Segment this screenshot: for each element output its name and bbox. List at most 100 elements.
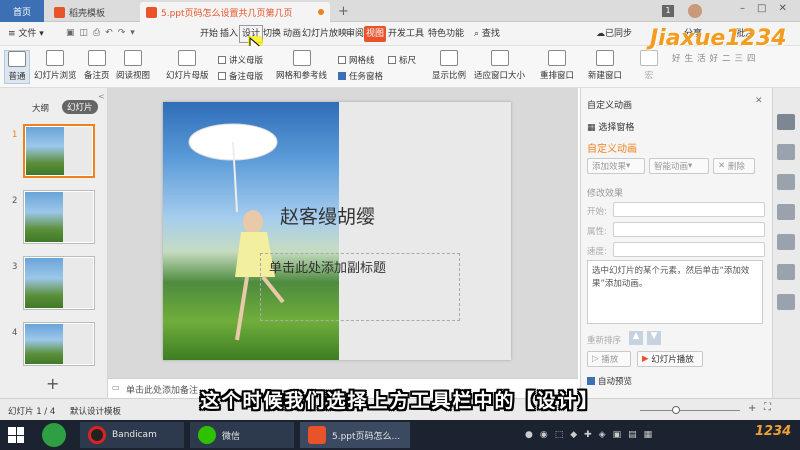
site-logo: Jiaxue1234 — [650, 26, 787, 51]
slide-number: 1 — [12, 130, 18, 140]
ruler-checkbox[interactable]: 标尺 — [388, 54, 416, 66]
slides-tab[interactable]: 幻灯片 — [62, 100, 98, 114]
macro-button[interactable]: 宏 — [640, 50, 658, 81]
quick-access-icons[interactable]: ▣◫⎙↶↷▾ — [66, 28, 140, 38]
play-button[interactable]: ▷ 播放 — [587, 351, 631, 367]
new-window-button[interactable]: 新建窗口 — [588, 50, 622, 81]
menu-item-slideshow[interactable]: 幻灯片放映 — [300, 26, 349, 42]
zoom-button[interactable]: 显示比例 — [432, 50, 466, 81]
notes-master-button[interactable]: 备注母版 — [218, 70, 263, 82]
grid-guides-button[interactable]: 网格和参考线 — [276, 50, 327, 81]
file-menu[interactable]: ≡ 文件 ▾ — [6, 26, 58, 42]
reading-view-button[interactable]: 阅读视图 — [116, 50, 150, 81]
smart-animation-button[interactable]: 智能动画 ▾ — [649, 158, 709, 174]
animation-hint: 选中幻灯片的某个元素，然后单击“添加效果”添加动画。 — [592, 266, 750, 289]
property-select[interactable] — [613, 222, 765, 237]
start-select[interactable] — [613, 202, 765, 217]
taskpane-checkbox[interactable]: 任务窗格 — [338, 70, 383, 82]
window-controls[interactable]: –□✕ — [740, 3, 799, 14]
speed-select[interactable] — [613, 242, 765, 257]
slideshow-button[interactable]: ▶ 幻灯片播放 — [637, 351, 703, 367]
taskbar-app-wechat[interactable]: 微信 — [190, 422, 294, 448]
delete-icon: ✕ — [718, 161, 726, 171]
site-motto: 好生活好二三四 — [672, 54, 760, 64]
unsaved-dot-icon — [318, 9, 324, 15]
file-menu-label: 文件 — [18, 29, 37, 39]
pane-header[interactable]: 自定义动画 — [587, 98, 632, 111]
notes-page-button[interactable]: 备注页 — [84, 50, 110, 81]
subtitle-placeholder-box[interactable]: 单击此处添加副标题 — [260, 253, 460, 321]
browser-icon[interactable] — [42, 423, 66, 447]
ppt-label: 5.ppt页码怎么... — [332, 431, 401, 442]
zoom-label: 显示比例 — [432, 71, 467, 81]
sidebar-tool-icon[interactable] — [777, 264, 795, 280]
thumbnail-photo — [25, 324, 63, 364]
tab-document[interactable]: 5.ppt页码怎么设置共几页第几页 — [140, 2, 330, 22]
custom-animation-heading: 自定义动画 — [587, 144, 637, 155]
tab-home[interactable]: 首页 — [0, 0, 44, 22]
reading-view-label: 阅读视图 — [116, 71, 151, 81]
sidebar-tool-icon[interactable] — [777, 204, 795, 220]
notes-page-icon — [87, 50, 106, 66]
handout-master-icon — [218, 56, 226, 64]
custom-animation-pane: 自定义动画 ✕ ▦ 选择窗格 自定义动画 添加效果 ▾ 智能动画 ▾ ✕ 删除 … — [580, 88, 772, 398]
new-tab-icon[interactable]: + — [338, 4, 349, 19]
system-tray-icons[interactable]: ●◉⬚◆✚◈▣▤▦ — [525, 430, 659, 440]
menu-item-insert[interactable]: 插入 — [218, 26, 240, 42]
search-button[interactable]: ⌕ 查找 — [472, 26, 502, 42]
ruler-label: 标尺 — [399, 56, 417, 66]
property-label: 属性: — [587, 227, 607, 237]
window-count-badge[interactable]: 1 — [662, 5, 674, 17]
arrange-window-button[interactable]: 重排窗口 — [540, 50, 574, 81]
menu-item-features[interactable]: 特色功能 — [426, 26, 466, 42]
fit-window-button[interactable]: 适应窗口大小 — [474, 50, 525, 81]
slide-thumbnail[interactable] — [23, 322, 95, 366]
taskbar-app-bandicam[interactable]: Bandicam — [80, 422, 184, 448]
menu-item-view[interactable]: 视图 — [364, 26, 387, 42]
outline-tab[interactable]: 大纲 — [32, 102, 49, 114]
avatar[interactable] — [688, 4, 702, 18]
move-down-icon[interactable]: ▼ — [647, 331, 661, 345]
slide-master-label: 幻灯片母版 — [166, 71, 209, 81]
pointer-tool-icon[interactable] — [777, 114, 795, 130]
slideshow-icon: ▶ — [642, 354, 649, 364]
modify-effect-heading: 修改效果 — [587, 189, 624, 199]
select-pane-icon: ▦ — [587, 123, 596, 133]
select-pane-button[interactable]: ▦ 选择窗格 — [587, 120, 634, 133]
slide-thumbnail[interactable] — [23, 190, 95, 244]
animation-list[interactable]: 选中幻灯片的某个元素，然后单击“添加效果”添加动画。 — [587, 260, 763, 324]
delete-effect-button[interactable]: ✕ 删除 — [713, 158, 755, 174]
thumbnail-photo — [25, 258, 63, 308]
start-menu-icon[interactable] — [8, 427, 24, 443]
sidebar-tool-icon[interactable] — [777, 174, 795, 190]
reorder-label: 重新排序 — [587, 336, 622, 346]
taskbar-app-ppt[interactable]: 5.ppt页码怎么... — [300, 422, 410, 448]
normal-view-button[interactable]: 普通 — [4, 50, 30, 84]
add-effect-button[interactable]: 添加效果 ▾ — [587, 158, 645, 174]
menu-item-start[interactable]: 开始 — [198, 26, 220, 42]
thumbnail-photo — [26, 127, 64, 175]
close-icon[interactable]: ✕ — [755, 96, 763, 106]
sidebar-tool-icon[interactable] — [777, 144, 795, 160]
handout-master-button[interactable]: 讲义母版 — [218, 54, 263, 66]
collapse-panel-icon[interactable]: < — [98, 92, 105, 101]
slide-thumbnail[interactable] — [23, 256, 95, 310]
normal-view-label: 普通 — [8, 72, 26, 82]
slide-master-button[interactable]: 幻灯片母版 — [166, 50, 209, 81]
menu-item-review[interactable]: 审阅 — [344, 26, 366, 42]
gridlines-checkbox[interactable]: 网格线 — [338, 54, 375, 66]
slide-sorter-button[interactable]: 幻灯片浏览 — [34, 50, 77, 81]
sidebar-tool-icon[interactable] — [777, 294, 795, 310]
tab-template[interactable]: 稻壳模板 — [48, 2, 138, 22]
slide-photo[interactable] — [163, 102, 339, 360]
menu-item-developer[interactable]: 开发工具 — [386, 26, 426, 42]
gridlines-label: 网格线 — [349, 56, 375, 66]
slide-title[interactable]: 赵客缦胡缨 — [280, 202, 375, 229]
normal-view-icon — [8, 51, 26, 67]
slide-number: 2 — [12, 196, 18, 206]
tab-home-label: 首页 — [12, 7, 31, 18]
sync-status[interactable]: ☁已同步 — [594, 26, 634, 42]
slide-thumbnail[interactable] — [23, 124, 95, 178]
move-up-icon[interactable]: ▲ — [629, 331, 643, 345]
sidebar-tool-icon[interactable] — [777, 234, 795, 250]
